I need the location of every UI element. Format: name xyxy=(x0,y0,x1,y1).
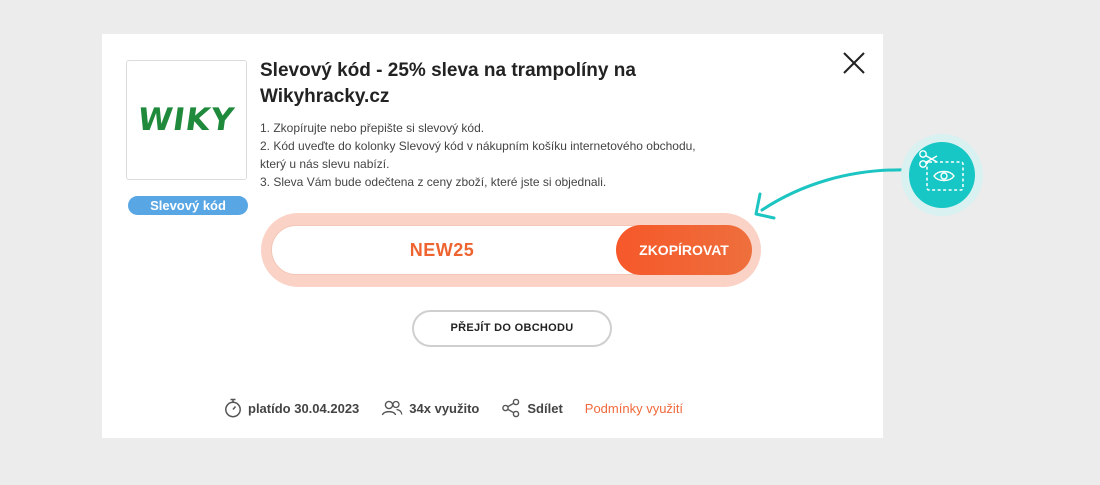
close-button[interactable] xyxy=(843,52,865,74)
coupon-footer: platído 30.04.2023 34x využito Sdílet Po… xyxy=(224,397,683,419)
scissors-coupon-badge xyxy=(901,134,983,216)
coupon-title: Slevový kód - 25% sleva na trampolíny na… xyxy=(260,60,636,107)
store-logo[interactable]: WIKY xyxy=(126,60,247,180)
store-logo-text: WIKY xyxy=(135,102,238,138)
share-icon xyxy=(502,398,520,418)
curved-arrow-icon xyxy=(754,168,912,220)
coupon-modal: WIKY Slevový kód Slevový kód - 25% sleva… xyxy=(102,34,883,438)
copy-code-button[interactable]: ZKOPÍROVAT xyxy=(616,225,752,275)
usage-text: 34x využito xyxy=(409,400,480,416)
scissors-coupon-icon xyxy=(909,142,975,208)
go-to-shop-button[interactable]: PŘEJÍT DO OBCHODU xyxy=(412,310,612,347)
instruction-step-3: 3. Sleva Vám bude odečtena z ceny zboží,… xyxy=(260,175,607,189)
instructions-list: 1. Zkopírujte nebo přepište si slevový k… xyxy=(260,119,710,191)
coupon-type-badge: Slevový kód xyxy=(128,196,248,215)
usage-info: 34x využito xyxy=(381,399,479,417)
validity-info: platído 30.04.2023 xyxy=(224,398,359,418)
instruction-step-1: 1. Zkopírujte nebo přepište si slevový k… xyxy=(260,121,485,135)
share-label: Sdílet xyxy=(527,400,563,416)
users-icon xyxy=(382,400,403,416)
stopwatch-icon xyxy=(225,398,241,418)
coupon-code[interactable]: NEW25 xyxy=(272,226,612,274)
coupon-code-field[interactable]: NEW25 ZKOPÍROVAT xyxy=(271,225,752,275)
coupon-code-box: NEW25 ZKOPÍROVAT xyxy=(261,213,761,287)
terms-link[interactable]: Podmínky využití xyxy=(585,401,683,416)
share-action[interactable]: Sdílet xyxy=(501,398,563,418)
validity-text: platído 30.04.2023 xyxy=(248,400,360,416)
close-icon xyxy=(843,52,865,74)
instruction-step-2: 2. Kód uveďte do kolonky Slevový kód v n… xyxy=(260,139,696,171)
